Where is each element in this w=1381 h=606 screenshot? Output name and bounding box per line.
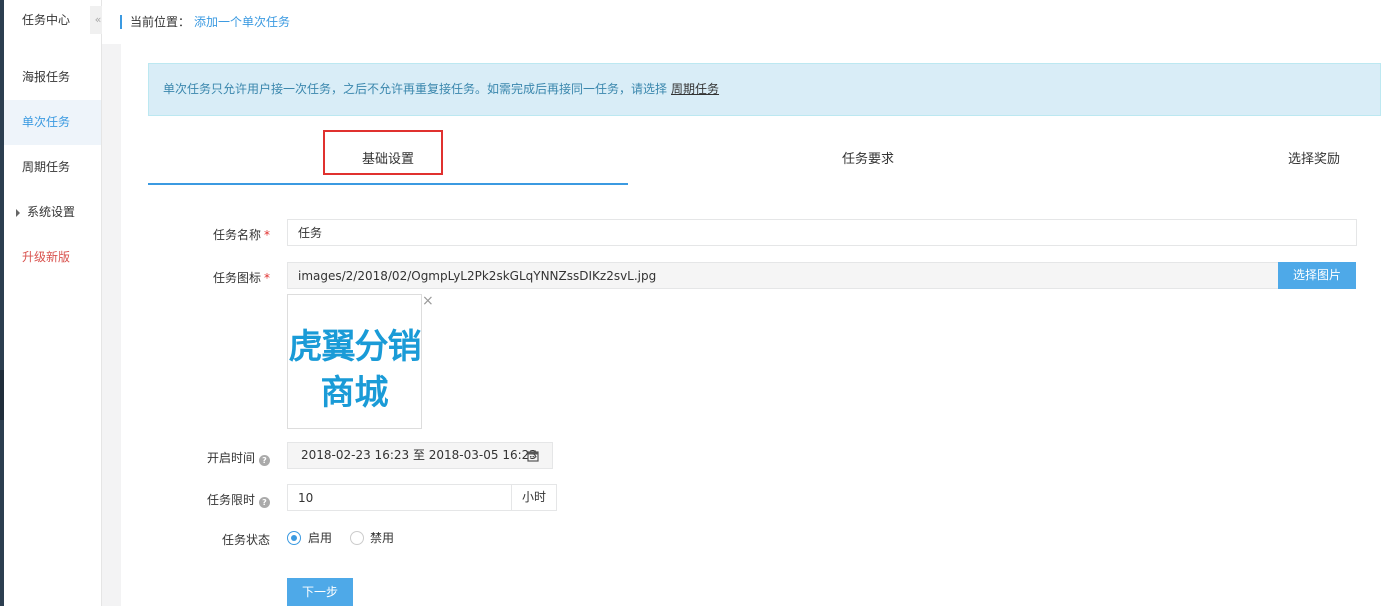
logo-text-line1: 虎翼分销 (288, 327, 422, 367)
sidebar-item-poster-task[interactable]: 海报任务 (4, 55, 101, 100)
hour-unit-addon: 小时 (511, 484, 557, 511)
sidebar-item-system-settings[interactable]: 系统设置 (4, 190, 101, 235)
date-range-picker[interactable]: 2018-02-23 16:23 至 2018-03-05 16:23 (287, 442, 553, 469)
required-mark: * (264, 271, 270, 285)
status-enabled-label[interactable]: 启用 (308, 531, 332, 545)
limit-label: 任务限时? (207, 491, 270, 508)
sidebar: 任务中心 « 海报任务 单次任务 周期任务 系统设置 升级新版 (4, 0, 106, 606)
alert-text: 单次任务只允许用户接一次任务，之后不允许再重复接任务。如需完成后再接同一任务，请… (163, 82, 668, 96)
form-row-status: 任务状态 启用 禁用 (121, 531, 1381, 547)
task-name-input[interactable] (287, 219, 1357, 246)
info-alert: 单次任务只允许用户接一次任务，之后不允许再重复接任务。如需完成后再接同一任务，请… (148, 63, 1381, 116)
sidebar-item-periodic-task[interactable]: 周期任务 (4, 145, 101, 190)
form-row-time: 开启时间? 2018-02-23 16:23 至 2018-03-05 16:2… (121, 442, 1381, 470)
periodic-task-link[interactable]: 周期任务 (671, 82, 719, 96)
status-disabled-radio[interactable] (350, 531, 364, 545)
sidebar-title-text: 任务中心 (22, 13, 71, 27)
icon-label-text: 任务图标 (212, 271, 261, 285)
time-label: 开启时间? (207, 449, 270, 466)
sidebar-title: 任务中心 (4, 0, 101, 40)
logo-char: 城 (354, 373, 389, 413)
sidebar-item-label: 单次任务 (22, 115, 71, 129)
status-disabled-label[interactable]: 禁用 (370, 531, 394, 545)
topbar: 当前位置： 添加一个单次任务 (102, 0, 1381, 44)
tab-task-requirements[interactable]: 任务要求 (628, 129, 1108, 185)
step-tabs: 基础设置 任务要求 选择奖励 (148, 129, 1381, 185)
calendar-icon (527, 450, 539, 462)
icon-label: 任务图标 * (213, 269, 270, 286)
task-icon-path-input[interactable] (287, 262, 1279, 289)
task-icon-preview: 虎翼分销 商城 (287, 294, 422, 429)
sidebar-item-single-task[interactable]: 单次任务 (4, 100, 101, 145)
sidebar-item-label: 系统设置 (27, 205, 76, 219)
main-panel: 单次任务只允许用户接一次任务，之后不允许再重复接任务。如需完成后再接同一任务，请… (121, 44, 1381, 606)
form-row-icon: 任务图标* 选择图片 (121, 262, 1381, 290)
select-image-button[interactable]: 选择图片 (1278, 262, 1356, 289)
form-row-limit: 任务限时? 小时 (121, 484, 1381, 512)
tab-select-reward[interactable]: 选择奖励 (1288, 129, 1381, 185)
help-icon[interactable]: ? (259, 455, 270, 466)
caret-right-icon (16, 209, 20, 217)
sidebar-item-upgrade[interactable]: 升级新版 (4, 235, 101, 280)
time-limit-input[interactable] (287, 484, 512, 511)
limit-label-text: 任务限时 (206, 493, 255, 507)
sidebar-item-label: 海报任务 (22, 70, 71, 84)
date-range-value: 2018-02-23 16:23 至 2018-03-05 16:23 (301, 448, 537, 462)
help-icon[interactable]: ? (259, 497, 270, 508)
tab-label: 基础设置 (361, 152, 414, 167)
name-label-text: 任务名称 (212, 228, 261, 242)
tab-label: 任务要求 (841, 152, 894, 167)
sidebar-nav: 海报任务 单次任务 周期任务 系统设置 升级新版 (4, 55, 101, 280)
tab-basic-settings[interactable]: 基础设置 (148, 129, 628, 185)
form-row-name: 任务名称 * (121, 219, 1381, 247)
breadcrumb-label: 当前位置： (130, 15, 191, 29)
status-label: 任务状态 (221, 533, 270, 547)
remove-image-icon[interactable]: × (422, 294, 434, 308)
name-label: 任务名称 * (213, 226, 270, 243)
logo-char: 商 (320, 373, 355, 413)
sidebar-item-label: 升级新版 (22, 250, 71, 264)
time-label-text: 开启时间 (206, 451, 255, 465)
breadcrumb: 当前位置： 添加一个单次任务 (120, 15, 290, 29)
next-step-button[interactable]: 下一步 (287, 578, 353, 606)
status-enabled-radio[interactable] (287, 531, 301, 545)
required-mark: * (264, 228, 270, 242)
logo-text-line2: 商城 (288, 365, 421, 414)
tab-label: 选择奖励 (1288, 152, 1341, 167)
sidebar-item-label: 周期任务 (22, 160, 71, 174)
breadcrumb-link[interactable]: 添加一个单次任务 (194, 15, 290, 29)
